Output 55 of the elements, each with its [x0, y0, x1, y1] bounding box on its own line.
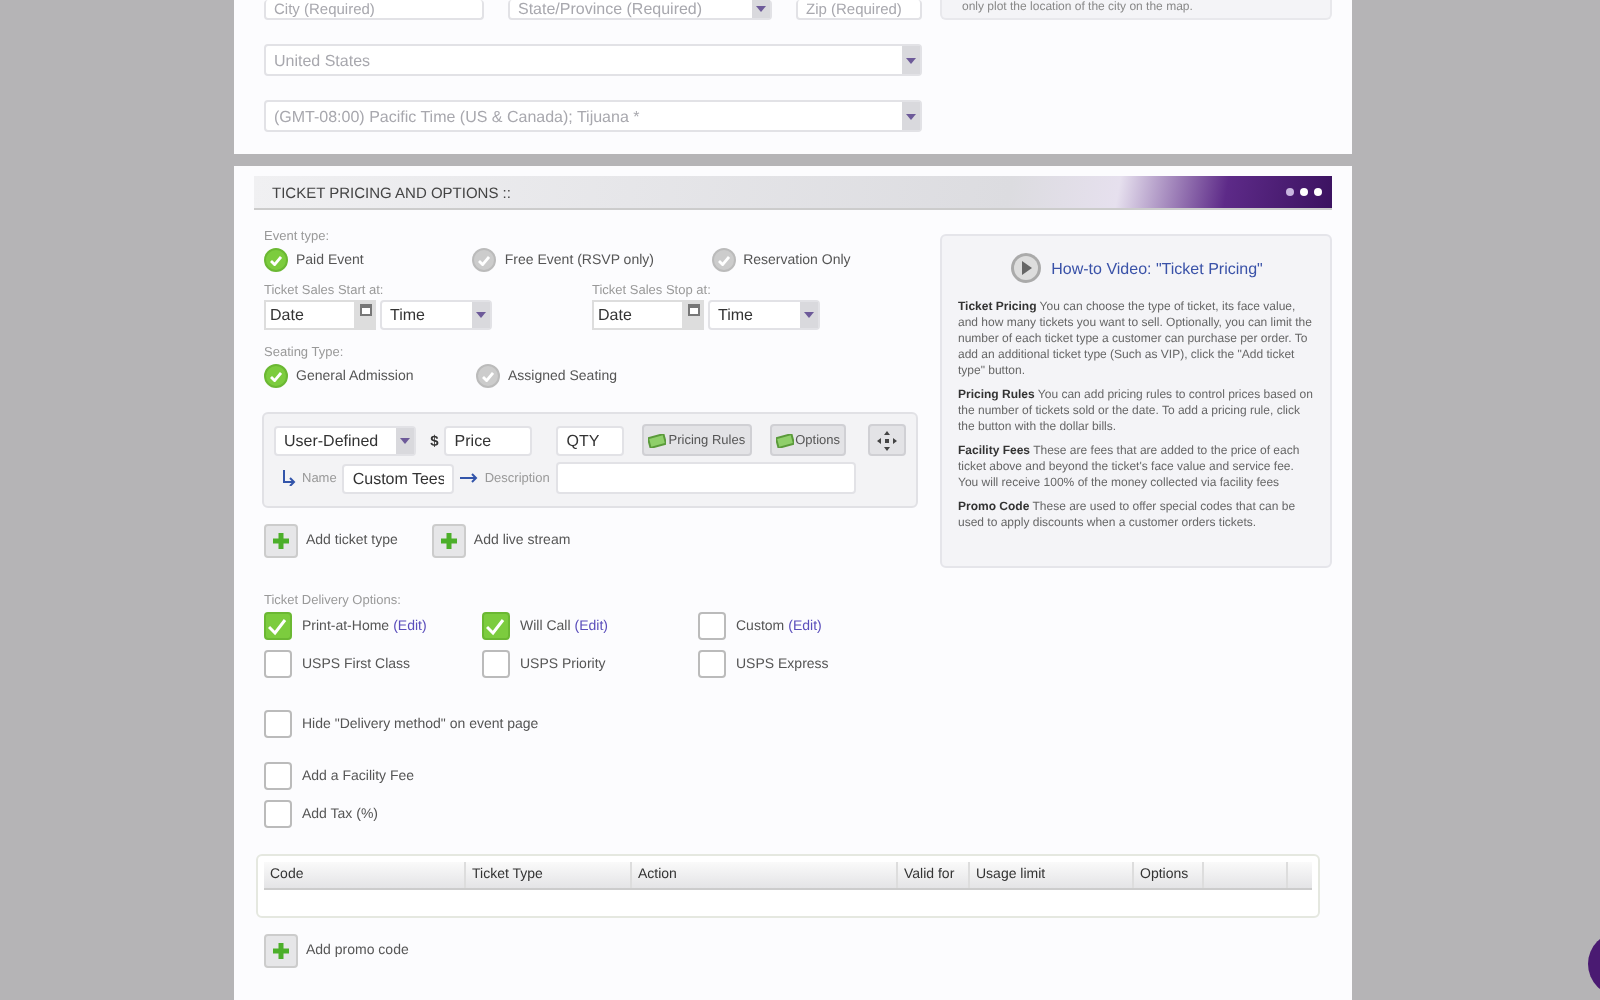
check-icon	[482, 371, 494, 381]
checkbox[interactable]	[264, 612, 292, 640]
caret-icon	[906, 57, 916, 63]
calendar-button[interactable]	[356, 300, 376, 330]
plus-icon	[272, 942, 290, 960]
date-field[interactable]: Date	[592, 300, 684, 330]
check-icon	[270, 371, 282, 381]
checkbox[interactable]	[264, 710, 292, 738]
dots-icon	[1284, 186, 1324, 198]
add-promo-button[interactable]	[264, 934, 298, 968]
plus-icon	[439, 532, 458, 550]
checkbox[interactable]	[264, 762, 292, 790]
calendar-button[interactable]	[684, 300, 704, 330]
indent-arrow-icon	[282, 470, 296, 486]
checkbox[interactable]	[698, 650, 726, 678]
checkbox[interactable]	[264, 800, 292, 828]
radio-button[interactable]	[264, 364, 288, 388]
date-field[interactable]: Date	[264, 300, 356, 330]
arrow-icon	[460, 472, 479, 484]
caret-icon	[400, 437, 411, 443]
add-button[interactable]	[264, 524, 298, 558]
check-icon	[717, 255, 730, 265]
video-link[interactable]: How-to Video: "Ticket Pricing"	[1051, 259, 1263, 277]
checkbox[interactable]	[482, 612, 510, 640]
checkbox[interactable]	[698, 612, 726, 640]
caret-icon	[906, 113, 916, 119]
bills-icon	[775, 433, 794, 447]
check-icon	[270, 255, 282, 265]
check-icon	[486, 617, 506, 635]
radio-button[interactable]	[476, 364, 500, 388]
radio-button[interactable]	[711, 248, 736, 272]
add-button[interactable]	[431, 524, 466, 558]
checkbox[interactable]	[264, 650, 292, 678]
move-icon	[876, 429, 898, 451]
move-button[interactable]	[868, 424, 906, 456]
name-field[interactable]: Custom Tees	[342, 463, 455, 493]
radio-button[interactable]	[264, 248, 288, 272]
time-select[interactable]: Time	[708, 300, 820, 330]
description-field[interactable]	[555, 462, 856, 494]
checkbox[interactable]	[482, 650, 510, 678]
qty-field[interactable]: QTY	[556, 425, 625, 455]
price-field[interactable]: Price	[444, 425, 533, 455]
caret-icon	[804, 312, 814, 318]
check-icon	[478, 255, 491, 265]
bills-icon	[648, 433, 667, 447]
check-icon	[268, 617, 288, 635]
calendar-icon	[688, 304, 700, 316]
caret-icon	[476, 312, 486, 318]
calendar-icon	[360, 304, 372, 316]
radio-button[interactable]	[472, 248, 497, 272]
time-select[interactable]: Time	[380, 300, 492, 330]
ticket-type-select[interactable]: User-Defined	[274, 425, 417, 455]
play-icon[interactable]	[1009, 252, 1042, 284]
caret-icon	[756, 6, 766, 12]
plus-icon	[272, 532, 290, 550]
